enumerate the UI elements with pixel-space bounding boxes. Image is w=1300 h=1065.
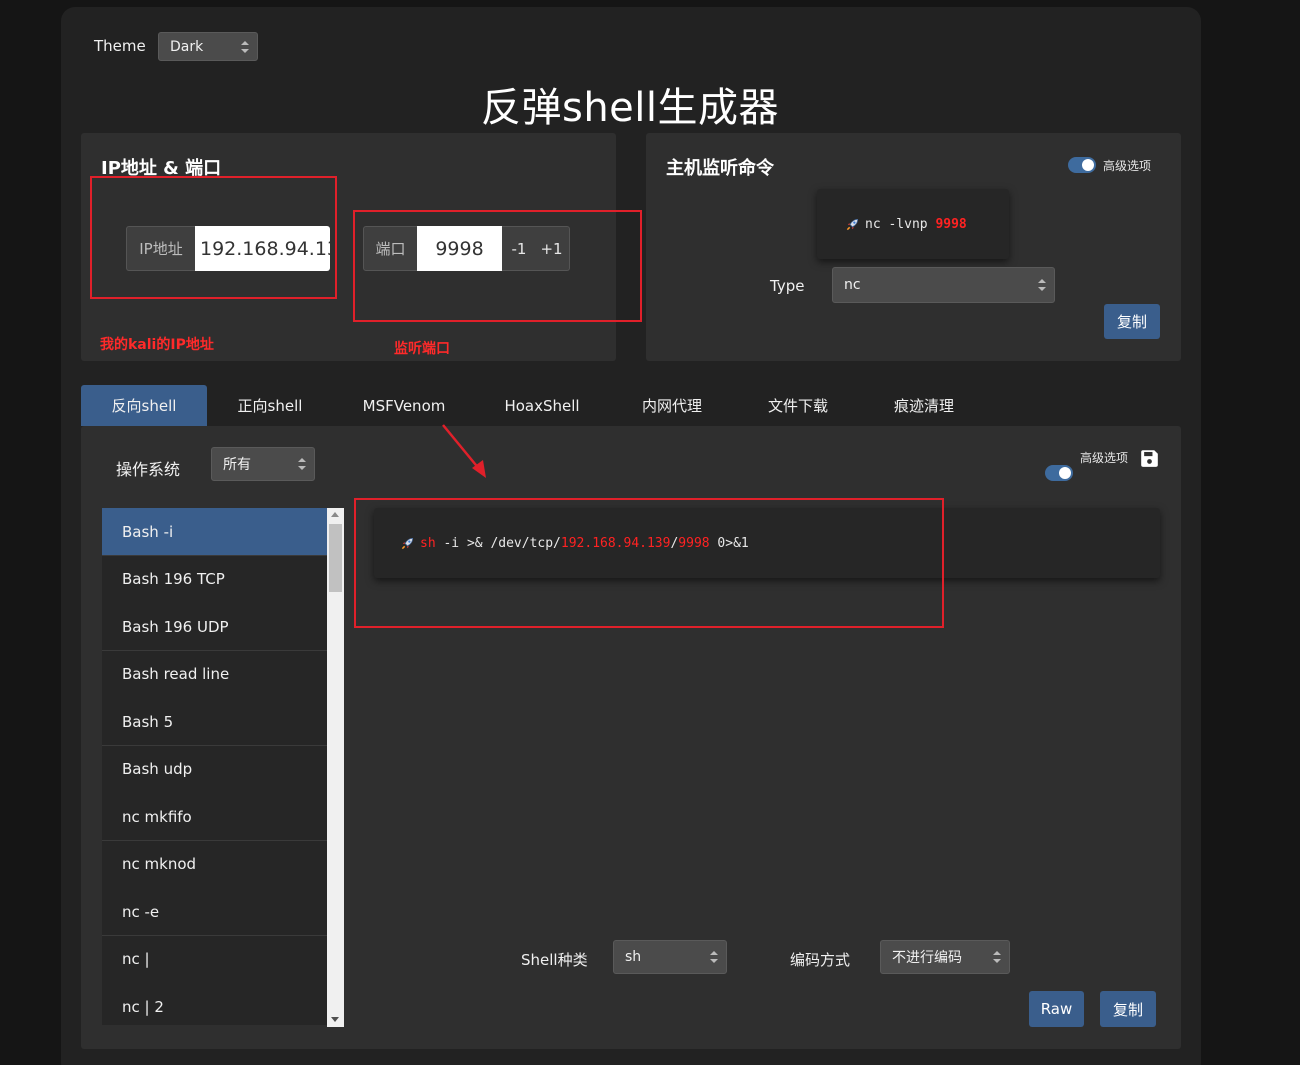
shell-list-item[interactable]: Bash 5 bbox=[102, 698, 327, 746]
theme-select-value: Dark bbox=[170, 38, 204, 55]
select-arrows-icon bbox=[1038, 279, 1046, 291]
rocket-icon bbox=[846, 218, 859, 230]
listener-command-port: 9998 bbox=[935, 216, 967, 232]
theme-select[interactable]: Dark bbox=[158, 32, 258, 61]
os-label: 操作系统 bbox=[116, 460, 181, 479]
os-select[interactable]: 所有 bbox=[211, 447, 315, 481]
listener-command-card[interactable]: nc -lvnp 9998 bbox=[817, 189, 1009, 259]
theme-label: Theme bbox=[94, 37, 146, 55]
advanced-options-toggle-2[interactable] bbox=[1045, 465, 1073, 481]
annotation-box-ip bbox=[90, 176, 337, 299]
shell-list-item[interactable]: Bash udp bbox=[102, 745, 327, 794]
annotation-port-note: 监听端口 bbox=[394, 341, 450, 357]
shell-list-item[interactable]: nc | bbox=[102, 935, 327, 984]
advanced-options-toggle[interactable] bbox=[1068, 157, 1096, 173]
tab-trace-cleanup[interactable]: 痕迹清理 bbox=[861, 385, 987, 426]
encoding-select[interactable]: 不进行编码 bbox=[880, 940, 1010, 974]
scroll-up-icon[interactable] bbox=[331, 512, 339, 517]
type-label: Type bbox=[770, 277, 805, 295]
scroll-down-icon[interactable] bbox=[331, 1017, 339, 1022]
shell-list-item[interactable]: nc mknod bbox=[102, 840, 327, 889]
encoding-label: 编码方式 bbox=[790, 951, 851, 969]
type-select-value: nc bbox=[844, 277, 861, 293]
advanced-options-label-2: 高级选项 bbox=[1080, 451, 1129, 465]
type-select[interactable]: nc bbox=[832, 267, 1055, 303]
select-arrows-icon bbox=[993, 951, 1001, 963]
shell-list: Bash -i Bash 196 TCP Bash 196 UDP Bash read… bbox=[102, 508, 327, 1025]
shell-type-select[interactable]: sh bbox=[613, 940, 727, 974]
page-title: 反弹shell生成器 bbox=[480, 85, 780, 131]
tab-reverse-shell[interactable]: 反向shell bbox=[81, 385, 207, 426]
raw-button[interactable]: Raw bbox=[1029, 991, 1084, 1027]
select-arrows-icon bbox=[298, 458, 306, 470]
tab-intranet-proxy[interactable]: 内网代理 bbox=[609, 385, 735, 426]
select-arrows-icon bbox=[710, 951, 718, 963]
os-select-value: 所有 bbox=[223, 457, 251, 473]
tab-bind-shell[interactable]: 正向shell bbox=[207, 385, 333, 426]
shell-list-item[interactable]: Bash 196 UDP bbox=[102, 603, 327, 651]
arrow-annotation bbox=[442, 424, 486, 478]
shell-list-item[interactable]: Bash -i bbox=[102, 508, 327, 556]
select-arrows-icon bbox=[241, 40, 249, 53]
encoding-value: 不进行编码 bbox=[892, 950, 962, 966]
tab-msfvenom[interactable]: MSFVenom bbox=[341, 385, 467, 426]
advanced-options-label: 高级选项 bbox=[1103, 159, 1152, 173]
save-icon[interactable] bbox=[1140, 449, 1159, 468]
shell-list-item[interactable]: nc -e bbox=[102, 888, 327, 936]
shell-list-item[interactable]: nc mkfifo bbox=[102, 793, 327, 841]
annotation-box-command bbox=[354, 498, 944, 628]
annotation-box-port bbox=[353, 210, 642, 322]
shell-type-label: Shell种类 bbox=[521, 951, 588, 969]
shell-list-item[interactable]: Bash 196 TCP bbox=[102, 555, 327, 604]
tab-file-download[interactable]: 文件下载 bbox=[735, 385, 861, 426]
shell-list-item[interactable]: nc | 2 bbox=[102, 983, 327, 1025]
listener-command-text: nc -lvnp bbox=[865, 216, 936, 232]
listener-panel-title: 主机监听命令 bbox=[666, 158, 774, 179]
scrollbar-thumb[interactable] bbox=[329, 524, 342, 592]
tab-hoaxshell[interactable]: HoaxShell bbox=[479, 385, 605, 426]
listener-copy-button[interactable]: 复制 bbox=[1104, 304, 1160, 339]
shell-list-item[interactable]: Bash read line bbox=[102, 650, 327, 699]
annotation-ip-note: 我的kali的IP地址 bbox=[100, 337, 214, 353]
copy-button[interactable]: 复制 bbox=[1100, 991, 1156, 1027]
shell-type-value: sh bbox=[625, 949, 642, 965]
